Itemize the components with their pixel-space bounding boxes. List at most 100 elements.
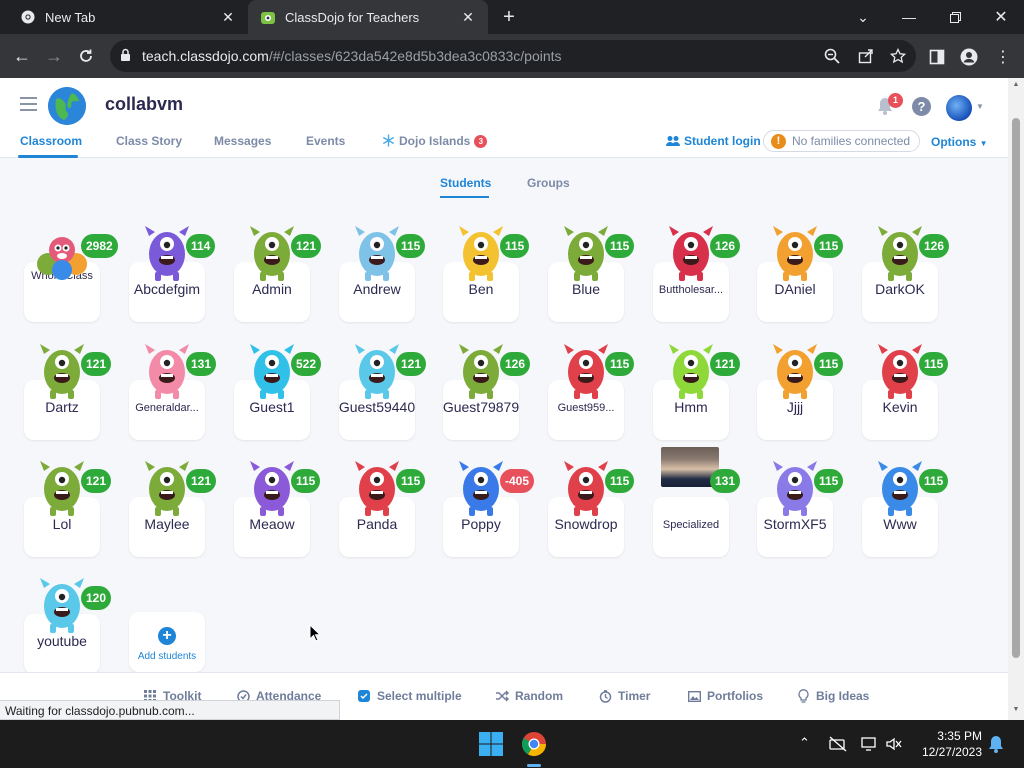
clock-time: 3:35 PM (937, 729, 982, 743)
chrome-taskbar-icon[interactable] (520, 730, 548, 758)
monster-avatar (564, 226, 608, 281)
zoom-icon[interactable] (822, 46, 842, 66)
student-name: Ben (468, 281, 494, 297)
student-name: Andrew (353, 281, 401, 297)
student-login-label: Student login (684, 134, 761, 148)
student-name: Guest79879 (442, 399, 520, 415)
share-icon[interactable] (856, 46, 876, 66)
subtab-indicator (440, 196, 489, 198)
restore-button[interactable] (932, 0, 978, 34)
monster-avatar (40, 344, 84, 399)
points-badge: 114 (186, 234, 216, 258)
account-avatar[interactable] (946, 95, 972, 121)
chevron-down-icon[interactable]: ▼ (976, 102, 984, 111)
hamburger-menu-icon[interactable] (20, 97, 37, 111)
select-multiple-button[interactable]: Select multiple (357, 689, 462, 703)
windows-start-icon[interactable] (477, 730, 505, 758)
monster-avatar (250, 226, 294, 281)
big-ideas-button[interactable]: Big Ideas (796, 689, 869, 703)
options-label: Options (931, 135, 977, 149)
scrollbar-thumb[interactable] (1012, 118, 1020, 658)
points-badge: 115 (396, 469, 426, 493)
warning-icon: ! (771, 134, 786, 149)
active-app-indicator (527, 764, 541, 767)
monster-avatar (878, 226, 922, 281)
tab-title: New Tab (45, 9, 96, 25)
minimize-button[interactable]: — (886, 0, 932, 34)
forward-button[interactable]: → (40, 42, 68, 70)
dojo-islands-label: Dojo Islands (399, 134, 471, 148)
classdojo-favicon-icon (260, 9, 276, 25)
student-login-button[interactable]: Student login (666, 134, 761, 148)
back-button[interactable]: ← (8, 42, 36, 70)
random-button[interactable]: Random (495, 689, 563, 703)
student-name: Maylee (144, 516, 190, 532)
bookmark-star-icon[interactable] (888, 46, 908, 66)
taskbar-clock[interactable]: 3:35 PM 12/27/2023 (910, 728, 982, 760)
subtab-groups[interactable]: Groups (527, 176, 570, 190)
class-monsters-avatar (37, 237, 87, 280)
student-name: Guest59440 (338, 399, 416, 415)
menu-kebab-icon[interactable]: ⋮ (992, 46, 1014, 68)
monster-avatar (145, 344, 189, 399)
monster-avatar (355, 461, 399, 516)
tab-classdojo[interactable]: ClassDojo for Teachers ✕ (248, 0, 488, 34)
tab-messages[interactable]: Messages (214, 134, 271, 148)
points-badge: 115 (500, 234, 530, 258)
student-name: Poppy (461, 516, 501, 532)
random-label: Random (515, 689, 563, 703)
points-badge: 126 (710, 234, 741, 258)
student-name: StormXF5 (763, 516, 827, 532)
chrome-icon (20, 9, 36, 25)
close-window-button[interactable]: ✕ (978, 0, 1024, 34)
close-tab-icon[interactable]: ✕ (458, 7, 478, 27)
add-students-button[interactable]: + Add students (129, 612, 205, 672)
monster-avatar (355, 226, 399, 281)
monster-avatar (564, 461, 608, 516)
points-badge: 2982 (81, 234, 118, 258)
tab-class-story[interactable]: Class Story (116, 134, 182, 148)
monster-avatar (669, 344, 713, 399)
notification-bell-icon[interactable] (988, 735, 1004, 753)
points-badge: 115 (814, 234, 844, 258)
points-badge: 120 (81, 586, 112, 610)
options-dropdown[interactable]: Options ▼ (931, 135, 988, 149)
monster-avatar (459, 344, 503, 399)
side-panel-icon[interactable] (926, 46, 948, 68)
volume-muted-icon[interactable] (885, 736, 903, 752)
student-name: Admin (252, 281, 292, 297)
student-name: youtube (37, 633, 87, 649)
student-card[interactable]: Specialized (653, 497, 729, 557)
tab-new-tab[interactable]: New Tab ✕ (8, 0, 248, 34)
student-name: Guest959... (557, 402, 615, 414)
new-tab-button[interactable]: + (498, 6, 520, 28)
active-tab-indicator (18, 155, 78, 158)
points-badge: 115 (605, 469, 635, 493)
tab-dojo-islands[interactable]: Dojo Islands 3 (382, 134, 488, 148)
close-tab-icon[interactable]: ✕ (218, 7, 238, 27)
monster-avatar (878, 461, 922, 516)
help-icon[interactable]: ? (912, 97, 931, 116)
tray-chevron-up-icon[interactable]: ⌃ (799, 735, 810, 751)
address-bar[interactable]: teach.classdojo.com/#/classes/623da542e8… (110, 40, 916, 72)
points-badge: 121 (291, 234, 322, 258)
tab-events[interactable]: Events (306, 134, 345, 148)
student-name: Dartz (45, 399, 79, 415)
class-name: collabvm (105, 94, 184, 114)
families-status-pill[interactable]: ! No families connected (763, 130, 920, 152)
reload-button[interactable] (72, 42, 100, 70)
timer-button[interactable]: Timer (598, 689, 650, 703)
page-scrollbar[interactable]: ▲ ▼ (1008, 78, 1024, 720)
portfolios-button[interactable]: Portfolios (687, 689, 763, 703)
profile-icon[interactable] (958, 46, 980, 68)
tab-search-icon[interactable]: ⌄ (840, 0, 886, 34)
student-name: Meaow (249, 516, 295, 532)
points-badge: 115 (291, 469, 321, 493)
scroll-down-arrow-icon[interactable]: ▼ (1012, 706, 1020, 713)
network-offline-icon[interactable] (829, 736, 847, 752)
scroll-up-arrow-icon[interactable]: ▲ (1012, 81, 1020, 88)
subtab-students[interactable]: Students (440, 176, 491, 190)
tab-classroom[interactable]: Classroom (20, 134, 82, 148)
timer-icon (598, 689, 612, 703)
display-icon[interactable] (861, 736, 879, 752)
